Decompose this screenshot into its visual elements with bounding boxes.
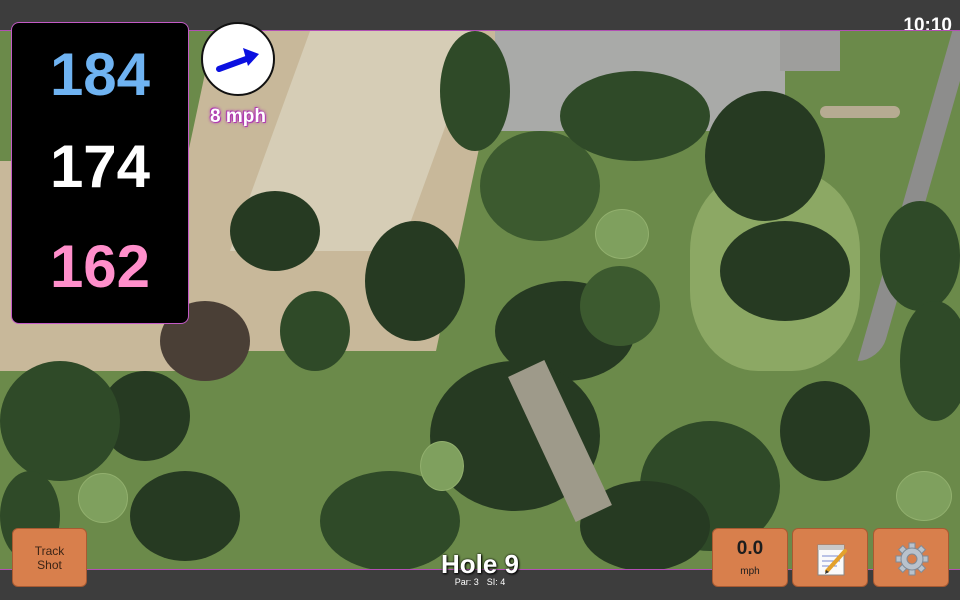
wind-indicator: [201, 22, 275, 96]
tree: [280, 291, 350, 371]
tree: [365, 221, 465, 341]
tree: [580, 266, 660, 346]
notepad-icon: [817, 544, 847, 576]
hole-title: Hole 9: [440, 549, 520, 579]
building: [780, 31, 840, 71]
arrow-right-icon: [216, 48, 259, 72]
tree: [720, 221, 850, 321]
back-distance: 184: [49, 41, 151, 108]
tree: [705, 91, 825, 221]
tree: [0, 361, 120, 481]
tree: [130, 471, 240, 561]
hole-details: Par: 3 SI: 4: [410, 577, 550, 587]
speed-unit: mph: [740, 566, 760, 577]
middle-distance: 174: [49, 133, 151, 200]
hole-stroke-index: SI: 4: [486, 577, 506, 587]
distance-panel: 184 174 162: [11, 22, 189, 324]
green-target: [896, 471, 952, 521]
cart-path: [820, 106, 900, 118]
hole-par: Par: 3: [454, 577, 479, 587]
tree: [230, 191, 320, 271]
tree: [780, 381, 870, 481]
speed-value: 0.0: [736, 538, 764, 559]
notes-button[interactable]: [792, 528, 868, 587]
settings-button[interactable]: [873, 528, 949, 587]
green-target: [595, 209, 649, 259]
green-target: [420, 441, 464, 491]
speed-button[interactable]: 0.0 mph: [712, 528, 788, 587]
wind-speed-label: 8 mph: [210, 106, 266, 127]
track-shot-button[interactable]: Track Shot: [12, 528, 87, 587]
tree: [560, 71, 710, 161]
tree: [440, 31, 510, 151]
gear-icon: [895, 542, 929, 576]
tree: [880, 201, 960, 311]
green-target: [78, 473, 128, 523]
tree: [900, 301, 960, 421]
front-distance: 162: [49, 233, 151, 300]
